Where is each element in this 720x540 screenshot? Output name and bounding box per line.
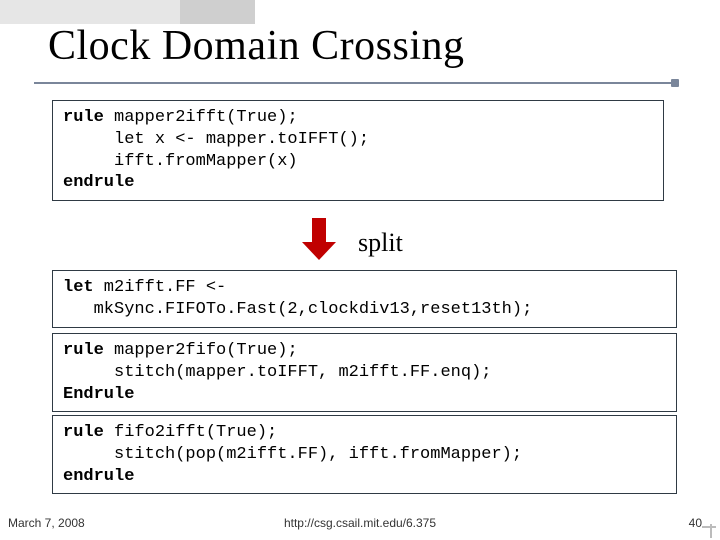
code-line: m2ifft.FF <- (94, 278, 227, 297)
code-box-original-rule: rule mapper2ifft(True); let x <- mapper.… (52, 100, 664, 201)
code-box-fifo2ifft: rule fifo2ifft(True); stitch(pop(m2ifft.… (52, 415, 677, 494)
code-line: fifo2ifft(True); (104, 423, 277, 442)
slide: Clock Domain Crossing rule mapper2ifft(T… (0, 0, 720, 540)
title-underline (34, 82, 674, 84)
keyword-let: let (63, 278, 94, 297)
arrow-head (302, 242, 336, 260)
title-container: Clock Domain Crossing (48, 22, 690, 70)
keyword-rule: rule (63, 423, 104, 442)
slide-title: Clock Domain Crossing (48, 22, 690, 70)
corner-decoration-icon (698, 520, 716, 538)
code-line: mapper2fifo(True); (104, 341, 298, 360)
code-box-let-fifo: let m2ifft.FF <- mkSync.FIFOTo.Fast(2,cl… (52, 270, 677, 328)
keyword-endrule: endrule (63, 467, 134, 486)
arrow-stem (312, 218, 326, 243)
keyword-rule: rule (63, 108, 104, 127)
deco-bar-light (0, 0, 180, 24)
keyword-endrule: Endrule (63, 385, 134, 404)
code-line: mapper2ifft(True); (104, 108, 298, 127)
code-box-mapper2fifo: rule mapper2fifo(True); stitch(mapper.to… (52, 333, 677, 412)
code-line: stitch(mapper.toIFFT, m2ifft.FF.enq); (63, 363, 491, 382)
keyword-rule: rule (63, 341, 104, 360)
code-line: mkSync.FIFOTo.Fast(2,clockdiv13,reset13t… (63, 300, 532, 319)
down-arrow (294, 216, 338, 260)
keyword-endrule: endrule (63, 173, 134, 192)
footer-url: http://csg.csail.mit.edu/6.375 (0, 516, 720, 530)
footer: March 7, 2008 http://csg.csail.mit.edu/6… (0, 516, 720, 530)
title-underline-dot (671, 79, 679, 87)
split-label: split (358, 228, 403, 258)
deco-bar-dark (180, 0, 255, 24)
code-line: let x <- mapper.toIFFT(); (63, 130, 369, 149)
code-line: stitch(pop(m2ifft.FF), ifft.fromMapper); (63, 445, 522, 464)
code-line: ifft.fromMapper(x) (63, 152, 298, 171)
top-decoration (0, 0, 280, 24)
